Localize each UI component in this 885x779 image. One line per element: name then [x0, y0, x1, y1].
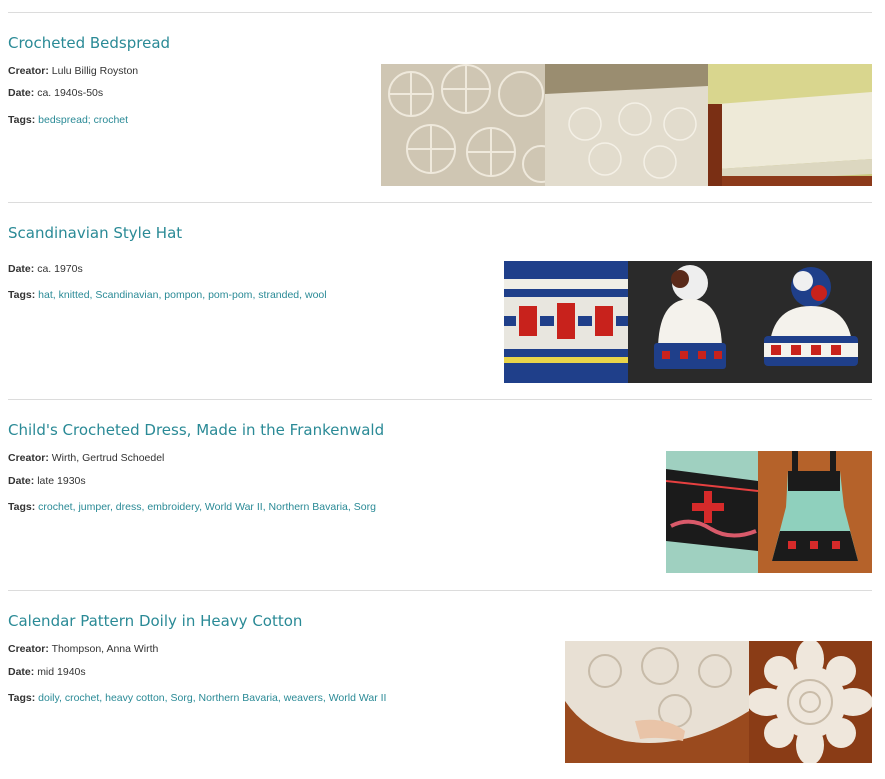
item-title[interactable]: Child's Crocheted Dress, Made in the Fra…	[8, 421, 384, 439]
tag-link[interactable]: bedspread	[38, 114, 88, 126]
creator-row: Creator: Thompson, Anna Wirth	[8, 643, 158, 655]
item-scandinavian-style-hat: Scandinavian Style Hat Date: ca. 1970s T…	[8, 220, 872, 385]
tag-link[interactable]: pom-pom	[208, 289, 252, 301]
thumbnail-crochet-closeup[interactable]	[381, 64, 545, 186]
tag-link[interactable]: Sorg	[171, 692, 193, 704]
date-label: Date:	[8, 475, 35, 487]
item-childs-crocheted-dress: Child's Crocheted Dress, Made in the Fra…	[8, 417, 872, 577]
thumbnail-dress-full[interactable]	[758, 451, 872, 573]
date-value: mid 1940s	[37, 666, 86, 678]
creator-label: Creator:	[8, 643, 49, 655]
thumbnail-strip	[504, 261, 872, 383]
tag-link[interactable]: doily	[38, 692, 59, 704]
tag-link[interactable]: embroidery	[147, 501, 199, 513]
tags-label: Tags:	[8, 114, 36, 126]
divider	[8, 590, 872, 591]
tags-label: Tags:	[8, 501, 36, 513]
item-title[interactable]: Crocheted Bedspread	[8, 34, 170, 52]
tag-link[interactable]: Sorg	[354, 501, 376, 513]
creator-row: Creator: Wirth, Gertrud Schoedel	[8, 452, 164, 464]
tag-link[interactable]: dress	[116, 501, 142, 513]
date-label: Date:	[8, 87, 35, 99]
tag-link[interactable]: jumper	[78, 501, 110, 513]
date-value: late 1930s	[37, 475, 86, 487]
thumbnail-bedspread-on-bed[interactable]	[545, 64, 708, 186]
date-row: Date: late 1930s	[8, 475, 86, 487]
tag-link[interactable]: crochet	[65, 692, 99, 704]
thumbnail-strip	[666, 451, 872, 573]
tags-label: Tags:	[8, 289, 36, 301]
item-title[interactable]: Calendar Pattern Doily in Heavy Cotton	[8, 612, 302, 630]
date-label: Date:	[8, 263, 35, 275]
tag-link[interactable]: Northern Bavaria	[199, 692, 278, 704]
tags-row: Tags: hat, knitted, Scandinavian, pompon…	[8, 289, 327, 301]
tag-link[interactable]: Scandinavian	[95, 289, 158, 301]
thumbnail-strip	[565, 641, 872, 763]
creator-value: Lulu Billig Royston	[51, 65, 139, 77]
thumbnail-hat-side[interactable]	[749, 261, 872, 383]
tag-link[interactable]: knitted	[59, 289, 90, 301]
tags-row: Tags: bedspread; crochet	[8, 114, 128, 126]
creator-value: Thompson, Anna Wirth	[51, 643, 159, 655]
thumbnail-strip	[381, 64, 872, 186]
thumbnail-knit-pattern-closeup[interactable]	[504, 261, 628, 383]
item-title[interactable]: Scandinavian Style Hat	[8, 224, 182, 242]
divider-top	[8, 12, 872, 13]
divider	[8, 202, 872, 203]
creator-label: Creator:	[8, 452, 49, 464]
date-row: Date: mid 1940s	[8, 666, 86, 678]
thumbnail-hat-front[interactable]	[628, 261, 749, 383]
creator-label: Creator:	[8, 65, 49, 77]
thumbnail-embroidery-closeup[interactable]	[666, 451, 758, 573]
tag-link[interactable]: stranded	[258, 289, 299, 301]
tag-link[interactable]: crochet	[38, 501, 72, 513]
creator-row: Creator: Lulu Billig Royston	[8, 65, 138, 77]
thumbnail-bed-side-view[interactable]	[708, 64, 872, 186]
tag-link[interactable]: hat	[38, 289, 53, 301]
divider	[8, 399, 872, 400]
item-calendar-pattern-doily: Calendar Pattern Doily in Heavy Cotton C…	[8, 608, 872, 768]
tag-link[interactable]: wool	[305, 289, 327, 301]
tags-label: Tags:	[8, 692, 36, 704]
tag-link[interactable]: World War II	[329, 692, 387, 704]
tag-link[interactable]: weavers	[284, 692, 323, 704]
tag-link[interactable]: pompon	[164, 289, 202, 301]
tags-row: Tags: doily, crochet, heavy cotton, Sorg…	[8, 692, 386, 704]
thumbnail-doily-flower[interactable]	[749, 641, 872, 763]
tag-link[interactable]: World War II	[205, 501, 263, 513]
tag-link[interactable]: Northern Bavaria	[269, 501, 348, 513]
date-label: Date:	[8, 666, 35, 678]
date-row: Date: ca. 1970s	[8, 263, 83, 275]
date-row: Date: ca. 1940s-50s	[8, 87, 103, 99]
date-value: ca. 1940s-50s	[37, 87, 104, 99]
tag-link[interactable]: heavy cotton	[105, 692, 165, 704]
thumbnail-doily-with-hand[interactable]	[565, 641, 749, 763]
creator-value: Wirth, Gertrud Schoedel	[51, 452, 165, 464]
item-crocheted-bedspread: Crocheted Bedspread Creator: Lulu Billig…	[8, 30, 872, 190]
date-value: ca. 1970s	[37, 263, 83, 275]
tags-row: Tags: crochet, jumper, dress, embroidery…	[8, 501, 376, 513]
tag-link[interactable]: crochet	[94, 114, 128, 126]
